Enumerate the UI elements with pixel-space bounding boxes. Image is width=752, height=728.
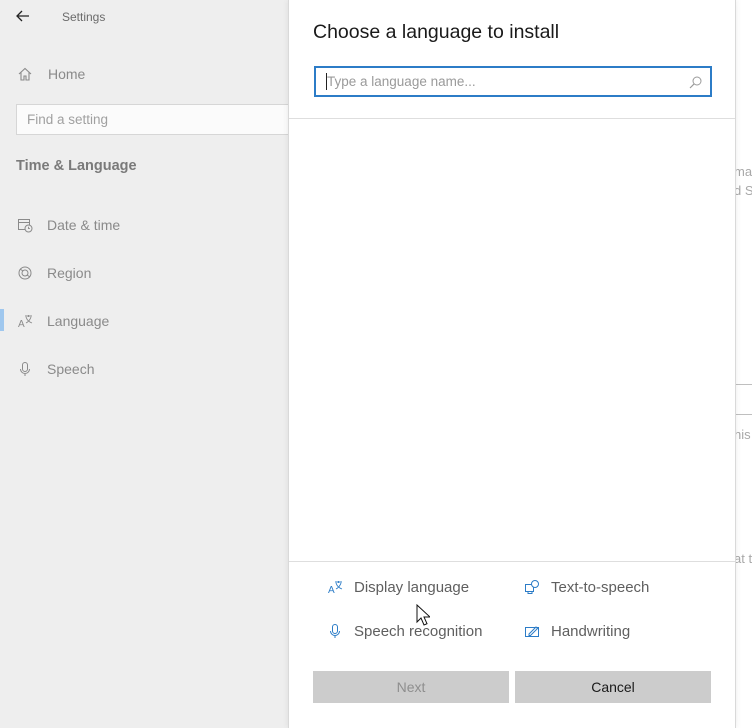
dialog-title: Choose a language to install bbox=[313, 21, 560, 43]
settings-search[interactable] bbox=[16, 104, 306, 135]
microphone-icon bbox=[325, 621, 345, 641]
peek-divider bbox=[736, 384, 752, 385]
sidebar: Settings Home Time & Language bbox=[0, 0, 306, 728]
settings-window: Settings Home Time & Language bbox=[0, 0, 752, 728]
nav-item-language[interactable]: A Language bbox=[0, 306, 290, 336]
feature-speech-recognition: Speech recognition bbox=[325, 619, 482, 643]
svg-text:A: A bbox=[328, 585, 335, 595]
handwriting-icon bbox=[522, 621, 542, 641]
feature-text-to-speech: Text-to-speech bbox=[522, 575, 649, 599]
peek-text: at t bbox=[734, 551, 752, 566]
display-language-icon: A bbox=[325, 577, 345, 597]
calendar-clock-icon bbox=[15, 215, 35, 235]
text-to-speech-icon bbox=[522, 577, 542, 597]
nav-item-date-time[interactable]: Date & time bbox=[0, 210, 290, 240]
nav-item-region[interactable]: Region bbox=[0, 258, 290, 288]
nav-item-speech[interactable]: Speech bbox=[0, 354, 290, 384]
home-icon bbox=[14, 63, 36, 85]
section-title: Time & Language bbox=[16, 158, 137, 174]
feature-label: Display language bbox=[354, 578, 470, 596]
next-button[interactable]: Next bbox=[313, 671, 509, 703]
cancel-button[interactable]: Cancel bbox=[515, 671, 711, 703]
selection-indicator bbox=[0, 309, 4, 331]
nav-item-label: Region bbox=[47, 265, 92, 281]
feature-display-language: A Display language bbox=[325, 575, 469, 599]
search-icon[interactable] bbox=[687, 74, 703, 90]
settings-search-input[interactable] bbox=[17, 105, 277, 134]
text-caret bbox=[326, 73, 327, 90]
peek-text: ma bbox=[734, 164, 752, 179]
language-search-input[interactable] bbox=[316, 68, 676, 95]
divider bbox=[289, 561, 735, 562]
mouse-pointer-icon bbox=[416, 604, 430, 626]
choose-language-dialog: Choose a language to install A Display l bbox=[288, 0, 736, 728]
app-title: Settings bbox=[62, 10, 106, 24]
peek-text: his bbox=[734, 427, 751, 442]
nav-home[interactable]: Home bbox=[14, 60, 274, 88]
feature-label: Text-to-speech bbox=[551, 578, 650, 596]
back-button[interactable] bbox=[10, 4, 36, 28]
back-arrow-icon bbox=[16, 10, 29, 22]
svg-text:A: A bbox=[18, 319, 25, 329]
peek-divider bbox=[736, 414, 752, 415]
nav-item-label: Speech bbox=[47, 361, 95, 377]
title-bar: Settings bbox=[0, 0, 290, 34]
nav-home-label: Home bbox=[48, 66, 86, 82]
nav-item-label: Language bbox=[47, 313, 110, 329]
feature-label: Handwriting bbox=[551, 622, 631, 640]
nav-item-label: Date & time bbox=[47, 217, 121, 233]
language-icon: A bbox=[15, 311, 35, 331]
language-search[interactable] bbox=[314, 66, 712, 97]
microphone-icon bbox=[15, 359, 35, 379]
language-list[interactable] bbox=[289, 119, 735, 561]
globe-icon bbox=[15, 263, 35, 283]
feature-handwriting: Handwriting bbox=[522, 619, 630, 643]
peek-text: d S bbox=[734, 183, 752, 198]
